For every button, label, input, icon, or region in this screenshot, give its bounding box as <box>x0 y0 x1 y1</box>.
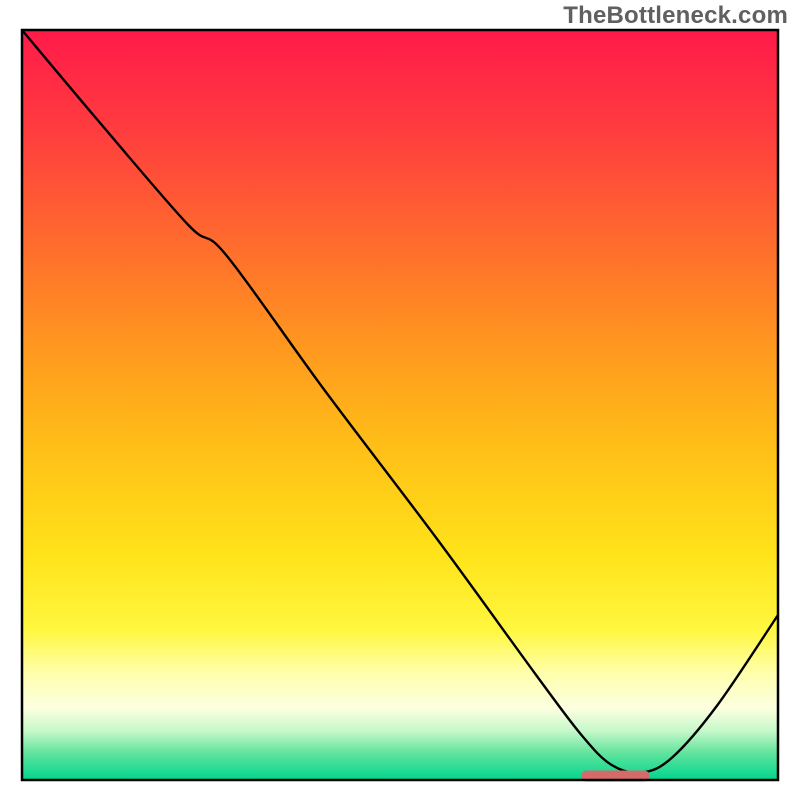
chart-stage: TheBottleneck.com <box>0 0 800 800</box>
watermark-text: TheBottleneck.com <box>563 2 788 30</box>
bottleneck-chart <box>0 0 800 800</box>
plot-background <box>22 30 778 780</box>
